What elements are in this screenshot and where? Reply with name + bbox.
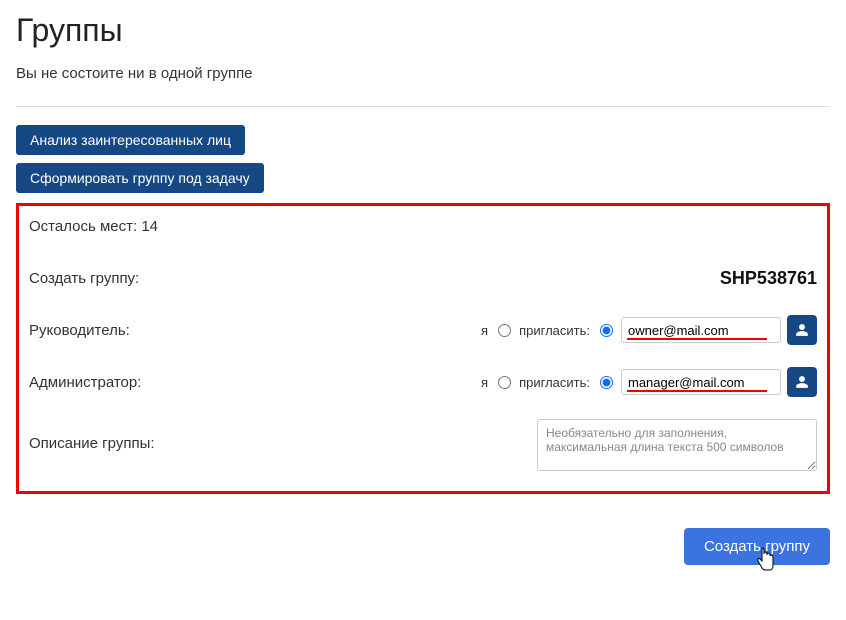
group-id-value: SHP538761 bbox=[720, 268, 817, 289]
admin-me-radio[interactable] bbox=[498, 376, 511, 389]
admin-email-input[interactable] bbox=[621, 369, 781, 395]
admin-me-label: я bbox=[481, 375, 488, 390]
submit-row: Создать группу bbox=[16, 528, 830, 565]
owner-contacts-button[interactable] bbox=[787, 315, 817, 345]
person-icon bbox=[795, 375, 809, 389]
description-row: Описание группы: bbox=[29, 419, 817, 471]
owner-invite-radio[interactable] bbox=[600, 324, 613, 337]
form-task-group-button[interactable]: Сформировать группу под задачу bbox=[16, 163, 264, 193]
admin-invite-radio[interactable] bbox=[600, 376, 613, 389]
no-groups-message: Вы не состоите ни в одной группе bbox=[16, 65, 830, 82]
create-group-label: Создать группу: bbox=[29, 270, 139, 287]
owner-me-radio[interactable] bbox=[498, 324, 511, 337]
admin-row: Администратор: я пригласить: bbox=[29, 367, 817, 397]
description-textarea[interactable] bbox=[537, 419, 817, 471]
description-label: Описание группы: bbox=[29, 435, 155, 452]
admin-contacts-button[interactable] bbox=[787, 367, 817, 397]
owner-me-label: я bbox=[481, 323, 488, 338]
create-group-title-row: Создать группу: SHP538761 bbox=[29, 263, 817, 293]
divider bbox=[16, 106, 830, 107]
create-group-form: Осталось мест: 14 Создать группу: SHP538… bbox=[16, 203, 830, 494]
create-group-button[interactable]: Создать группу bbox=[684, 528, 830, 565]
owner-label: Руководитель: bbox=[29, 322, 130, 339]
slots-left-label: Осталось мест: 14 bbox=[29, 218, 817, 235]
stakeholder-analysis-button[interactable]: Анализ заинтересованных лиц bbox=[16, 125, 245, 155]
owner-invite-label: пригласить: bbox=[519, 323, 590, 338]
owner-email-input[interactable] bbox=[621, 317, 781, 343]
person-icon bbox=[795, 323, 809, 337]
page-title: Группы bbox=[16, 12, 830, 49]
admin-invite-label: пригласить: bbox=[519, 375, 590, 390]
admin-label: Администратор: bbox=[29, 374, 141, 391]
owner-row: Руководитель: я пригласить: bbox=[29, 315, 817, 345]
